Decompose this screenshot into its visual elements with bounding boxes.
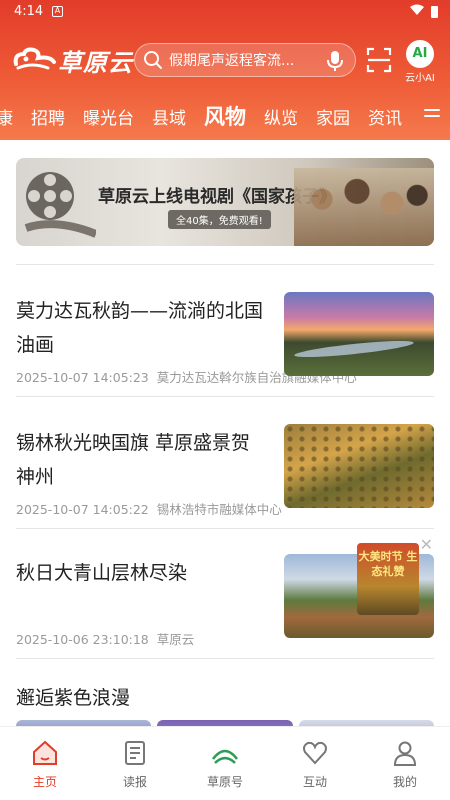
tab-kang[interactable]: 康 — [0, 104, 22, 129]
microphone-icon[interactable] — [327, 50, 343, 72]
nav-label: 草原号 — [206, 775, 243, 789]
news-title: 锡林秋光映国旗 草原盛景贺神州 — [16, 432, 251, 488]
nav-home[interactable]: 主页 — [0, 727, 90, 800]
divider — [16, 264, 434, 265]
tab-recruit[interactable]: 招聘 — [22, 104, 74, 129]
interaction-icon — [303, 741, 327, 765]
banner-image — [294, 168, 434, 246]
ai-assistant-button[interactable]: AI 云小AI — [398, 40, 442, 84]
wifi-icon — [410, 4, 424, 15]
nav-label: 主页 — [32, 775, 57, 789]
tab-overview[interactable]: 纵览 — [255, 104, 307, 129]
news-item[interactable]: 莫力达瓦秋韵——流淌的北国油画 2025-10-07 14:05:23 莫力达瓦达… — [16, 292, 434, 398]
profile-icon — [393, 741, 417, 766]
ai-label: 云小AI — [405, 73, 435, 84]
nav-label: 读报 — [122, 775, 147, 789]
film-reel-icon — [24, 172, 96, 238]
tab-home[interactable]: 家园 — [307, 104, 359, 129]
notification-icon: A — [52, 6, 63, 17]
nav-label: 我的 — [392, 775, 417, 789]
news-thumbnail — [284, 292, 434, 376]
tab-scenery[interactable]: 风物 — [195, 101, 255, 131]
search-icon — [144, 51, 162, 69]
news-thumbnail — [284, 424, 434, 508]
tab-news[interactable]: 资讯 — [359, 104, 411, 129]
newspaper-icon — [125, 741, 145, 765]
top-bar: 草原云 假期尾声返程客流... AI 云小AI — [0, 36, 450, 84]
battery-icon — [431, 6, 438, 18]
search-placeholder: 假期尾声返程客流... — [169, 53, 295, 69]
promo-banner[interactable]: 草原云上线电视剧《国家孩子》 全40集，免费观看! — [16, 158, 434, 246]
banner-subtitle: 全40集，免费观看! — [168, 210, 271, 229]
nav-interaction[interactable]: 互动 — [270, 727, 360, 800]
news-title: 秋日大青山层林尽染 — [16, 562, 188, 584]
floating-ad-text: 大美时节 生态礼赞 — [358, 550, 418, 578]
channel-menu-icon[interactable] — [424, 109, 440, 123]
news-item[interactable]: 锡林秋光映国旗 草原盛景贺神州 2025-10-07 14:05:22 锡林浩特市… — [16, 424, 434, 530]
divider — [16, 658, 434, 659]
grassland-icon — [212, 749, 238, 764]
divider — [16, 528, 434, 529]
floating-ad[interactable]: 大美时节 生态礼赞 ✕ — [357, 537, 433, 615]
status-time: 4:14 — [14, 4, 44, 19]
nav-newspaper[interactable]: 读报 — [90, 727, 180, 800]
news-date: 2025-10-06 23:10:18 — [16, 632, 149, 647]
nav-label: 互动 — [302, 775, 327, 789]
feed: 草原云上线电视剧《国家孩子》 全40集，免费观看! 莫力达瓦秋韵——流淌的北国油… — [0, 140, 450, 726]
news-source: 草原云 — [156, 632, 195, 647]
news-date: 2025-10-07 14:05:22 — [16, 502, 149, 517]
home-icon — [33, 740, 57, 765]
nav-profile[interactable]: 我的 — [360, 727, 450, 800]
app-logo[interactable]: 草原云 — [12, 42, 133, 78]
ai-icon: AI — [406, 40, 434, 68]
status-bar: 4:14 A — [0, 0, 450, 24]
app-header: 4:14 A 草原云 假期尾声返程客流... AI 云小AI 康 招聘 曝光台 … — [0, 0, 450, 140]
logo-cloud-icon — [13, 47, 56, 70]
nav-grassland[interactable]: 草原号 — [180, 727, 270, 800]
news-source: 锡林浩特市融媒体中心 — [156, 502, 282, 517]
news-title: 莫力达瓦秋韵——流淌的北国油画 — [16, 300, 264, 356]
news-date: 2025-10-07 14:05:23 — [16, 370, 149, 385]
close-icon[interactable]: ✕ — [420, 537, 433, 553]
channel-tabs: 康 招聘 曝光台 县域 风物 纵览 家园 资讯 — [0, 96, 450, 136]
bottom-navigation: 主页 读报 草原号 互动 我的 — [0, 726, 450, 800]
logo-text: 草原云 — [58, 47, 133, 77]
scan-icon[interactable] — [366, 47, 392, 73]
tab-exposure[interactable]: 曝光台 — [74, 104, 143, 129]
search-bar[interactable]: 假期尾声返程客流... — [134, 43, 356, 77]
section-title: 邂逅紫色浪漫 — [16, 687, 131, 709]
tab-county[interactable]: 县域 — [143, 104, 195, 129]
divider — [16, 396, 434, 397]
